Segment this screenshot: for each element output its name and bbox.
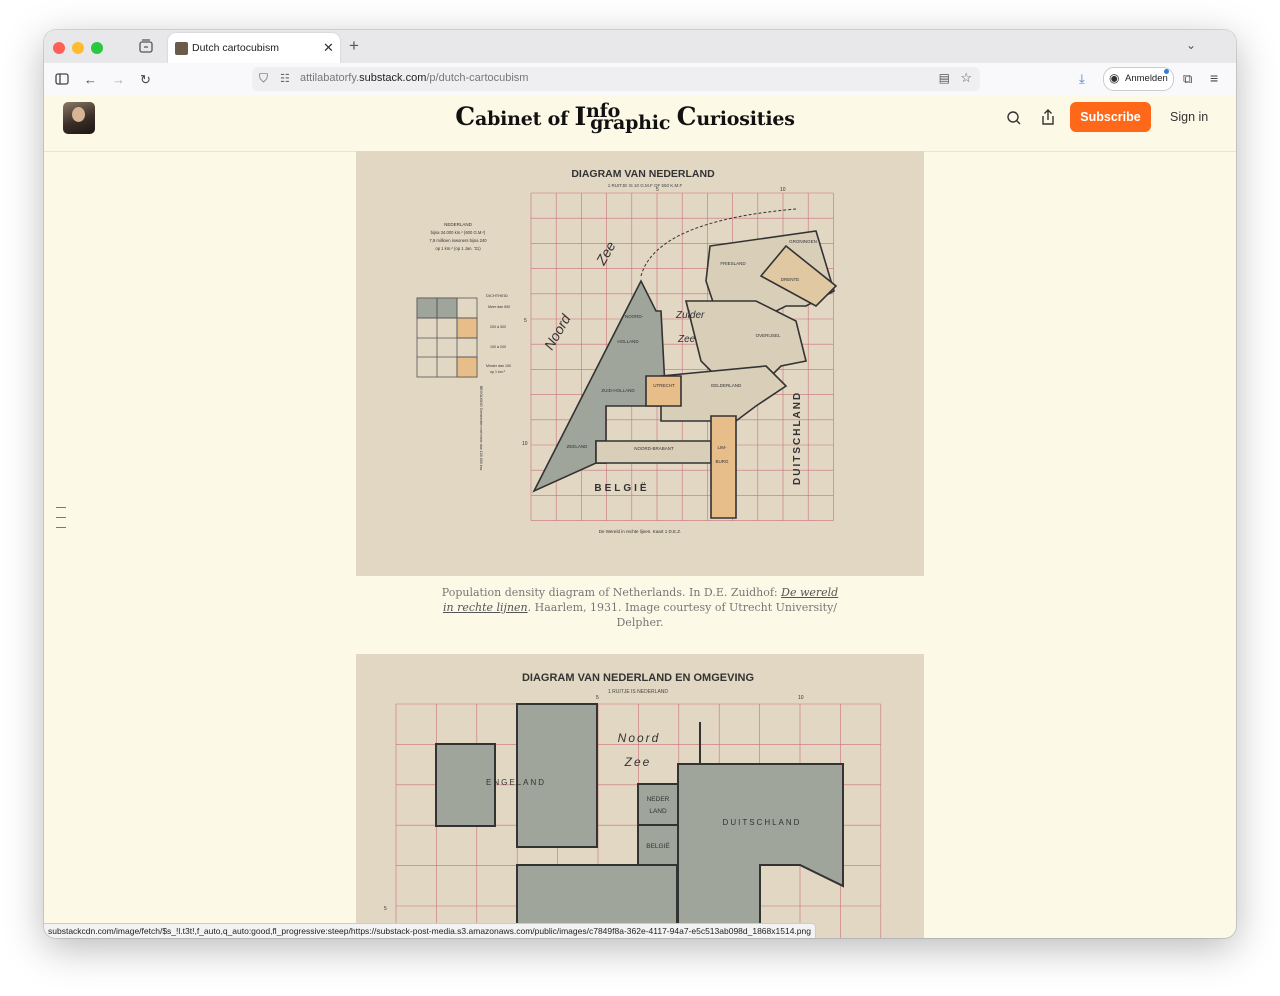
density-legend-1: Meer dan 500	[488, 305, 510, 309]
netherlands-surroundings-diagram-image[interactable]: DIAGRAM VAN NEDERLAND EN OMGEVING 1 RUIT…	[356, 654, 924, 938]
account-button[interactable]: ◉ Anmelden	[1103, 67, 1174, 91]
notification-dot	[1164, 69, 1169, 74]
reader-view-icon[interactable]: ▤	[939, 71, 950, 85]
substack-favicon-icon	[175, 42, 188, 55]
plus-icon[interactable]: +	[349, 36, 359, 56]
back-arrow-icon[interactable]: ←	[84, 72, 97, 87]
figure-caption: Population density diagram of Netherland…	[441, 586, 839, 629]
groningen-label: GRONINGEN	[789, 239, 817, 244]
chevron-down-icon[interactable]: ⌄	[1186, 38, 1196, 52]
window-close-button[interactable]	[53, 42, 65, 54]
forward-arrow-icon[interactable]: →	[112, 72, 125, 87]
row-label-5: 5	[524, 318, 527, 324]
duitschland-label: DUITSCHLAND	[792, 391, 803, 485]
account-icon: ◉	[1109, 71, 1120, 85]
zee-label: Zee	[592, 238, 619, 268]
legend-line2: 7,9 millioen inwoners bijna 240	[429, 238, 487, 243]
nederland-shape	[637, 783, 679, 826]
permissions-icon[interactable]: ☷	[280, 72, 290, 85]
zeeland-label: ZEELAND	[567, 444, 589, 449]
density-legend-5: op 1 km.²	[490, 370, 506, 374]
col-label-10: 10	[780, 187, 786, 193]
close-icon[interactable]: ✕	[323, 40, 334, 56]
legend-line1: bijna 34.000 km.² (600 G.M.²)	[431, 230, 486, 235]
link-status-bar: substackcdn.com/image/fetch/$s_!l.t3t!,f…	[44, 923, 816, 938]
fig2-duitschland-label: DUITSCHLAND	[723, 818, 802, 827]
account-label: Anmelden	[1125, 73, 1168, 84]
tab-groups-icon[interactable]	[138, 38, 154, 54]
fig2-land-label: LAND	[649, 808, 667, 815]
site-title[interactable]: Cabinet of Infographic Curiosities	[44, 100, 1236, 134]
fig2-noord-label: Noord	[618, 731, 661, 745]
fig2-row-label-5: 5	[384, 906, 387, 912]
toc-icon[interactable]	[56, 507, 66, 537]
tab-title: Dutch cartocubism	[192, 42, 279, 54]
bookmark-star-icon[interactable]: ☆	[960, 70, 972, 86]
utrecht-label: UTRECHT	[653, 383, 675, 388]
engeland-shape-large	[516, 703, 598, 848]
reload-icon[interactable]: ↻	[140, 72, 151, 88]
fig2-col-label-10: 10	[798, 695, 804, 701]
sign-in-link[interactable]: Sign in	[1170, 110, 1208, 124]
url-text: attilabatorfy.substack.com/p/dutch-carto…	[300, 72, 529, 84]
noord-brabant-label: NOORD-BRABANT	[634, 446, 674, 451]
utrecht-shape	[645, 375, 682, 407]
noord-holland-label: NOORD-	[625, 314, 644, 319]
fig2-neder-label: NEDER	[647, 796, 670, 803]
fig2-engeland-label: ENGELAND	[486, 778, 546, 787]
address-bar[interactable]: ⛉ ☷ attilabatorfy.substack.com/p/dutch-c…	[252, 67, 980, 91]
fig2-belgie-label: BELGIË	[646, 842, 670, 850]
overijsel-label: OVERIJSEL	[756, 333, 781, 338]
drente-label: DRENTE	[781, 277, 800, 282]
noord-brabant-shape	[595, 440, 712, 464]
active-tab[interactable]: Dutch cartocubism ✕	[168, 33, 340, 63]
density-legend-3: 100 à 200	[490, 345, 506, 349]
density-legend-4: Minder dan 100	[486, 364, 511, 368]
window-maximize-button[interactable]	[91, 42, 103, 54]
figure1-subtitle: 1 RUITJE IS 10 G.M.F OF 550 K.M.F	[608, 183, 683, 188]
row-label-10: 10	[522, 441, 528, 447]
share-icon[interactable]	[1040, 108, 1056, 126]
col-label-5: 5	[656, 187, 659, 193]
noord-label: Noord	[541, 310, 575, 352]
friesland-label: FRIESLAND	[720, 261, 746, 266]
extensions-icon[interactable]: ⧉	[1183, 71, 1192, 87]
figure2-subtitle: 1 RUITJE IS NEDERLAND	[608, 689, 668, 695]
figure2-title: DIAGRAM VAN NEDERLAND EN OMGEVING	[522, 672, 754, 684]
population-vertical-note: BEVOLKING Gemeenten met meer dan 100.000…	[479, 386, 483, 471]
zuider-zee-label: Zee	[677, 334, 696, 345]
window-minimize-button[interactable]	[72, 42, 84, 54]
legend-line3: op 1 km.² (op 1 Jan. '31)	[435, 246, 481, 251]
population-density-diagram-image[interactable]: DIAGRAM VAN NEDERLAND 1 RUITJE IS 10 G.M…	[356, 151, 924, 576]
figure1-title: DIAGRAM VAN NEDERLAND	[571, 168, 715, 180]
density-legend-2: 200 à 300	[490, 325, 506, 329]
holland-label: HOLLAND	[617, 339, 639, 344]
search-icon[interactable]	[1006, 110, 1022, 126]
shield-icon[interactable]: ⛉	[259, 71, 268, 86]
density-title: DICHTHEID	[486, 293, 508, 298]
limburg-shape	[710, 415, 737, 519]
belgie-label: BELGIË	[594, 481, 649, 494]
navigation-toolbar: ← → ↻ ⛉ ☷ attilabatorfy.substack.com/p/d…	[44, 63, 1236, 97]
fig2-zee-label: Zee	[624, 755, 652, 769]
zuid-holland-label: ZUID-HOLLAND	[601, 388, 635, 393]
zuider-label: Zuider	[675, 310, 705, 321]
download-icon[interactable]: ⤓	[1079, 71, 1085, 87]
duitschland-shape	[677, 763, 844, 938]
hamburger-menu-icon[interactable]: ≡	[1210, 70, 1218, 86]
subscribe-button[interactable]: Subscribe	[1070, 102, 1151, 132]
legend-header: NEDERLAND	[444, 222, 473, 227]
site-header: Cabinet of Infographic Curiosities Subsc…	[44, 96, 1236, 152]
sidebar-icon[interactable]	[55, 73, 69, 85]
fig2-col-label-5: 5	[596, 695, 599, 701]
gelderland-label: GELDERLAND	[711, 383, 742, 388]
limburg-label-1: LIM-	[718, 445, 728, 450]
figure1-footer: De Wereld in rechte lijnen. Kaart 1 D.E.…	[599, 529, 681, 534]
limburg-label-2: BURG	[715, 459, 729, 464]
tab-strip: Dutch cartocubism ✕ + ⌄	[44, 30, 1236, 63]
browser-window: Dutch cartocubism ✕ + ⌄ ← → ↻ ⛉ ☷ attila…	[44, 30, 1236, 938]
